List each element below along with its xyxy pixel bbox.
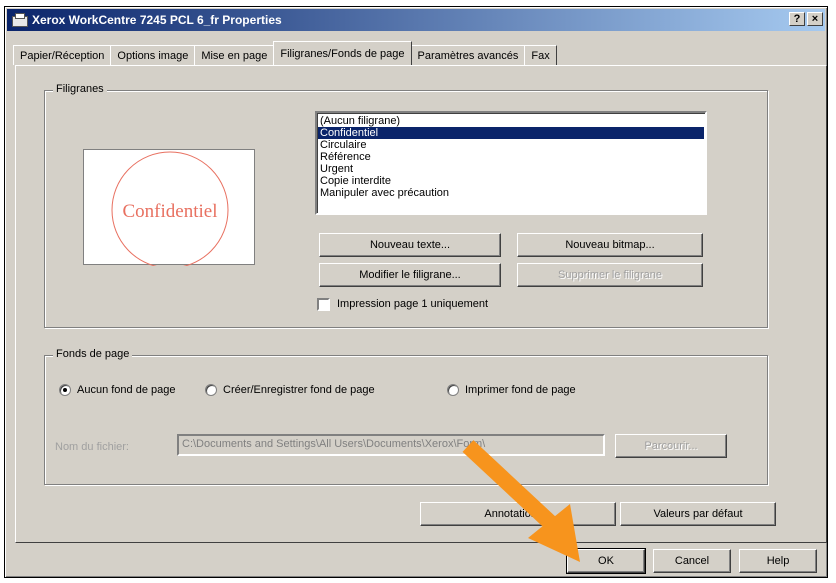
watermark-list-item[interactable]: Confidentiel <box>318 127 704 139</box>
tab-panel: Filigranes Confidentiel (Aucun filigrane… <box>15 65 827 543</box>
watermarks-group: Filigranes Confidentiel (Aucun filigrane… <box>44 83 768 328</box>
annotations-button[interactable]: Annotations... <box>420 502 616 526</box>
close-button[interactable]: × <box>807 12 823 26</box>
print-background-label: Imprimer fond de page <box>465 384 576 396</box>
watermark-preview-graphic: Confidentiel <box>111 151 229 269</box>
edit-watermark-button[interactable]: Modifier le filigrane... <box>319 263 501 287</box>
window-title: Xerox WorkCentre 7245 PCL 6_fr Propertie… <box>32 13 282 27</box>
watermark-list-item[interactable]: (Aucun filigrane) <box>318 115 704 127</box>
defaults-button[interactable]: Valeurs par défaut <box>620 502 776 526</box>
page-background-group-label: Fonds de page <box>53 348 133 360</box>
new-bitmap-button[interactable]: Nouveau bitmap... <box>517 233 703 257</box>
tab-advanced[interactable]: Paramètres avancés <box>410 45 526 65</box>
tab-paper-output[interactable]: Papier/Réception <box>13 45 112 65</box>
properties-dialog: Xerox WorkCentre 7245 PCL 6_fr Propertie… <box>4 6 828 578</box>
title-bar[interactable]: Xerox WorkCentre 7245 PCL 6_fr Propertie… <box>7 9 825 31</box>
printer-icon <box>11 13 28 27</box>
watermark-list-item[interactable]: Circulaire <box>318 139 704 151</box>
watermark-preview-text: Confidentiel <box>123 201 218 222</box>
cancel-button[interactable]: Cancel <box>653 549 731 573</box>
new-text-button[interactable]: Nouveau texte... <box>319 233 501 257</box>
help-title-button[interactable]: ? <box>789 12 805 26</box>
filename-field: C:\Documents and Settings\All Users\Docu… <box>177 434 605 456</box>
page-background-group: Fonds de page Aucun fond de page Créer/E… <box>44 348 768 485</box>
tab-image-options[interactable]: Options image <box>110 45 196 65</box>
watermark-listbox[interactable]: (Aucun filigrane) Confidentiel Circulaire R… <box>315 111 707 215</box>
watermark-list-item[interactable]: Manipuler avec précaution <box>318 187 704 199</box>
first-page-only-label: Impression page 1 uniquement <box>337 298 489 310</box>
tab-strip: Papier/Réception Options image Mise en p… <box>13 41 557 65</box>
tab-fax[interactable]: Fax <box>524 45 557 65</box>
delete-watermark-button: Supprimer le filigrane <box>517 263 703 287</box>
tab-watermarks[interactable]: Filigranes/Fonds de page <box>273 41 412 65</box>
first-page-only-checkbox[interactable] <box>317 298 330 311</box>
watermark-list-item[interactable]: Copie interdite <box>318 175 704 187</box>
print-background-radio[interactable] <box>447 384 459 396</box>
tab-layout[interactable]: Mise en page <box>194 45 275 65</box>
help-button[interactable]: Help <box>739 549 817 573</box>
watermarks-group-label: Filigranes <box>53 83 107 95</box>
watermark-list-item[interactable]: Urgent <box>318 163 704 175</box>
filename-label: Nom du fichier: <box>55 441 129 453</box>
browse-button: Parcourir... <box>615 434 727 458</box>
create-background-radio[interactable] <box>205 384 217 396</box>
no-background-radio[interactable] <box>59 384 71 396</box>
no-background-label: Aucun fond de page <box>77 384 176 396</box>
watermark-preview: Confidentiel <box>83 149 255 269</box>
create-background-label: Créer/Enregistrer fond de page <box>223 384 375 396</box>
ok-button[interactable]: OK <box>566 548 646 574</box>
watermark-list-item[interactable]: Référence <box>318 151 704 163</box>
